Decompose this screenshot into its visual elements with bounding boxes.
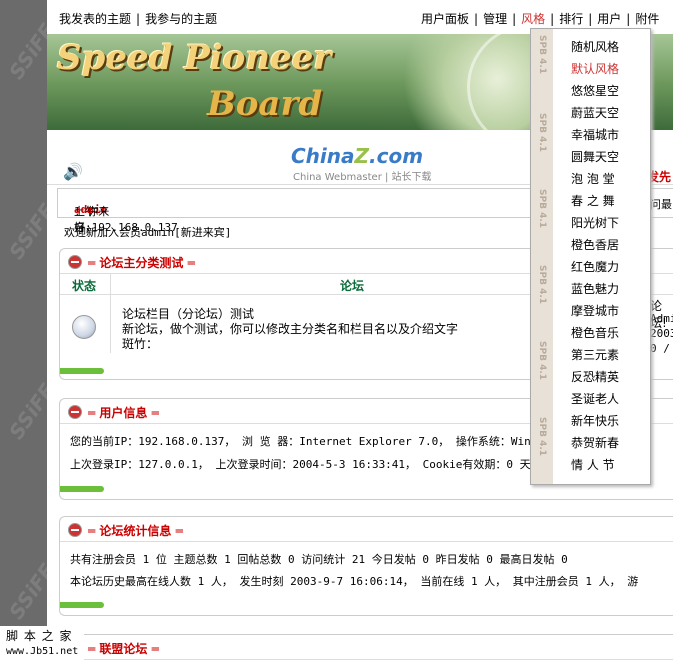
style-menu-item[interactable]: 情 人 节 <box>571 456 615 473</box>
collapse-icon[interactable] <box>68 255 82 269</box>
style-menu-item[interactable]: 蔚蓝天空 <box>571 104 619 121</box>
speaker-icon[interactable]: 🔊 <box>63 162 83 181</box>
style-menu-item[interactable]: 泡 泡 堂 <box>571 170 615 187</box>
site-watermark: 脚 本 之 家 www.Jb51.net <box>0 626 84 664</box>
left-background-bar: SSiFF SSiFF SSiFF SSiFF <box>0 0 59 664</box>
right-cut-text: 2003- <box>650 327 673 340</box>
style-menu-item[interactable]: 阳光树下 <box>571 214 619 231</box>
nav-attachments[interactable]: 附件 <box>635 12 659 26</box>
style-menu-item[interactable]: 蓝色魅力 <box>571 280 619 297</box>
style-menu-item[interactable]: 圆舞天空 <box>571 148 619 165</box>
column-status: 状态 <box>72 279 97 293</box>
banner-title: Speed Pioneer <box>57 38 332 78</box>
style-menu-item[interactable]: 摩登城市 <box>571 302 619 319</box>
collapse-icon[interactable] <box>68 523 82 537</box>
style-menu-item[interactable]: 橙色香居 <box>571 236 619 253</box>
style-menu-item[interactable]: 随机风格 <box>571 38 619 55</box>
right-cut-text: Admi <box>650 312 673 325</box>
style-menu-item[interactable]: 恭贺新春 <box>571 434 619 451</box>
nav-ranking[interactable]: 排行 <box>559 12 583 26</box>
collapse-icon[interactable] <box>68 405 82 419</box>
menu-side-strip: SPB 4.1 SPB 4.1 SPB 4.1 SPB 4.1 SPB 4.1 … <box>531 29 553 484</box>
style-menu-item[interactable]: 默认风格 <box>571 60 619 77</box>
forum-stats-panel: 论坛统计信息 共有注册会员 1 位 主题总数 1 回帖总数 0 访问统计 21 … <box>59 516 673 616</box>
joined-topics-link[interactable]: 我参与的主题 <box>145 12 217 26</box>
chinaz-logo-subtitle: China Webmaster | 站长下载 <box>293 172 432 183</box>
right-cut-text: 问最 <box>650 198 672 211</box>
category-title[interactable]: 论坛主分类测试 <box>88 254 195 271</box>
forum-stats-line1: 共有注册会员 1 位 主题总数 1 回帖总数 0 访问统计 21 今日发帖 0 … <box>70 553 568 566</box>
forum-description: 新论坛，做个测试，你可以修改主分类名和栏目名以及介绍文字 <box>122 322 459 336</box>
allied-forums-panel: 联盟论坛 <box>59 634 673 664</box>
style-menu-item[interactable]: 圣诞老人 <box>571 390 619 407</box>
style-menu-item[interactable]: 反恐精英 <box>571 368 619 385</box>
forum-status-icon <box>72 315 96 339</box>
user-info-title[interactable]: 用户信息 <box>88 404 159 421</box>
allied-forums-title[interactable]: 联盟论坛 <box>88 640 159 657</box>
forum-moderator: 斑竹： <box>122 337 159 351</box>
style-menu-item[interactable]: 红色魔力 <box>571 258 619 275</box>
forum-stats-title[interactable]: 论坛统计信息 <box>88 522 183 539</box>
style-menu-item[interactable]: 第三元素 <box>571 346 619 363</box>
user-info-line1: 您的当前IP：192.168.0.137， 浏 览 器：Internet Exp… <box>70 435 531 448</box>
panel-footer-bar <box>60 602 104 608</box>
nav-style[interactable]: 风格 <box>521 12 545 26</box>
forum-stats-line2: 本论坛历史最高在线人数 1 人， 发生时刻 2003-9-7 16:06:14，… <box>70 575 639 588</box>
chinaz-logo: ChinaZ.com <box>291 144 424 168</box>
welcome-new-member: 欢迎新加入会员admin[新进来宾] <box>64 226 232 239</box>
nav-user-panel[interactable]: 用户面板 <box>421 12 469 26</box>
style-dropdown-menu: SPB 4.1 SPB 4.1 SPB 4.1 SPB 4.1 SPB 4.1 … <box>530 28 651 485</box>
banner-subtitle: Board <box>207 84 323 124</box>
style-menu-item[interactable]: 新年快乐 <box>571 412 619 429</box>
panel-footer-bar <box>60 368 104 374</box>
style-menu-item[interactable]: 春 之 舞 <box>571 192 615 209</box>
right-cut-text: 0 / <box>650 342 670 355</box>
column-forum: 论坛 <box>340 279 365 293</box>
user-info-line2: 上次登录IP：127.0.0.1， 上次登录时间：2004-5-3 16:33:… <box>70 458 531 471</box>
style-menu-item[interactable]: 橙色音乐 <box>571 324 619 341</box>
my-topics-link[interactable]: 我发表的主题 <box>59 12 131 26</box>
nav-users[interactable]: 用户 <box>597 12 621 26</box>
panel-footer-bar <box>60 486 104 492</box>
style-menu-item[interactable]: 悠悠星空 <box>571 82 619 99</box>
style-menu-item[interactable]: 幸福城市 <box>571 126 619 143</box>
nav-manage[interactable]: 管理 <box>483 12 507 26</box>
